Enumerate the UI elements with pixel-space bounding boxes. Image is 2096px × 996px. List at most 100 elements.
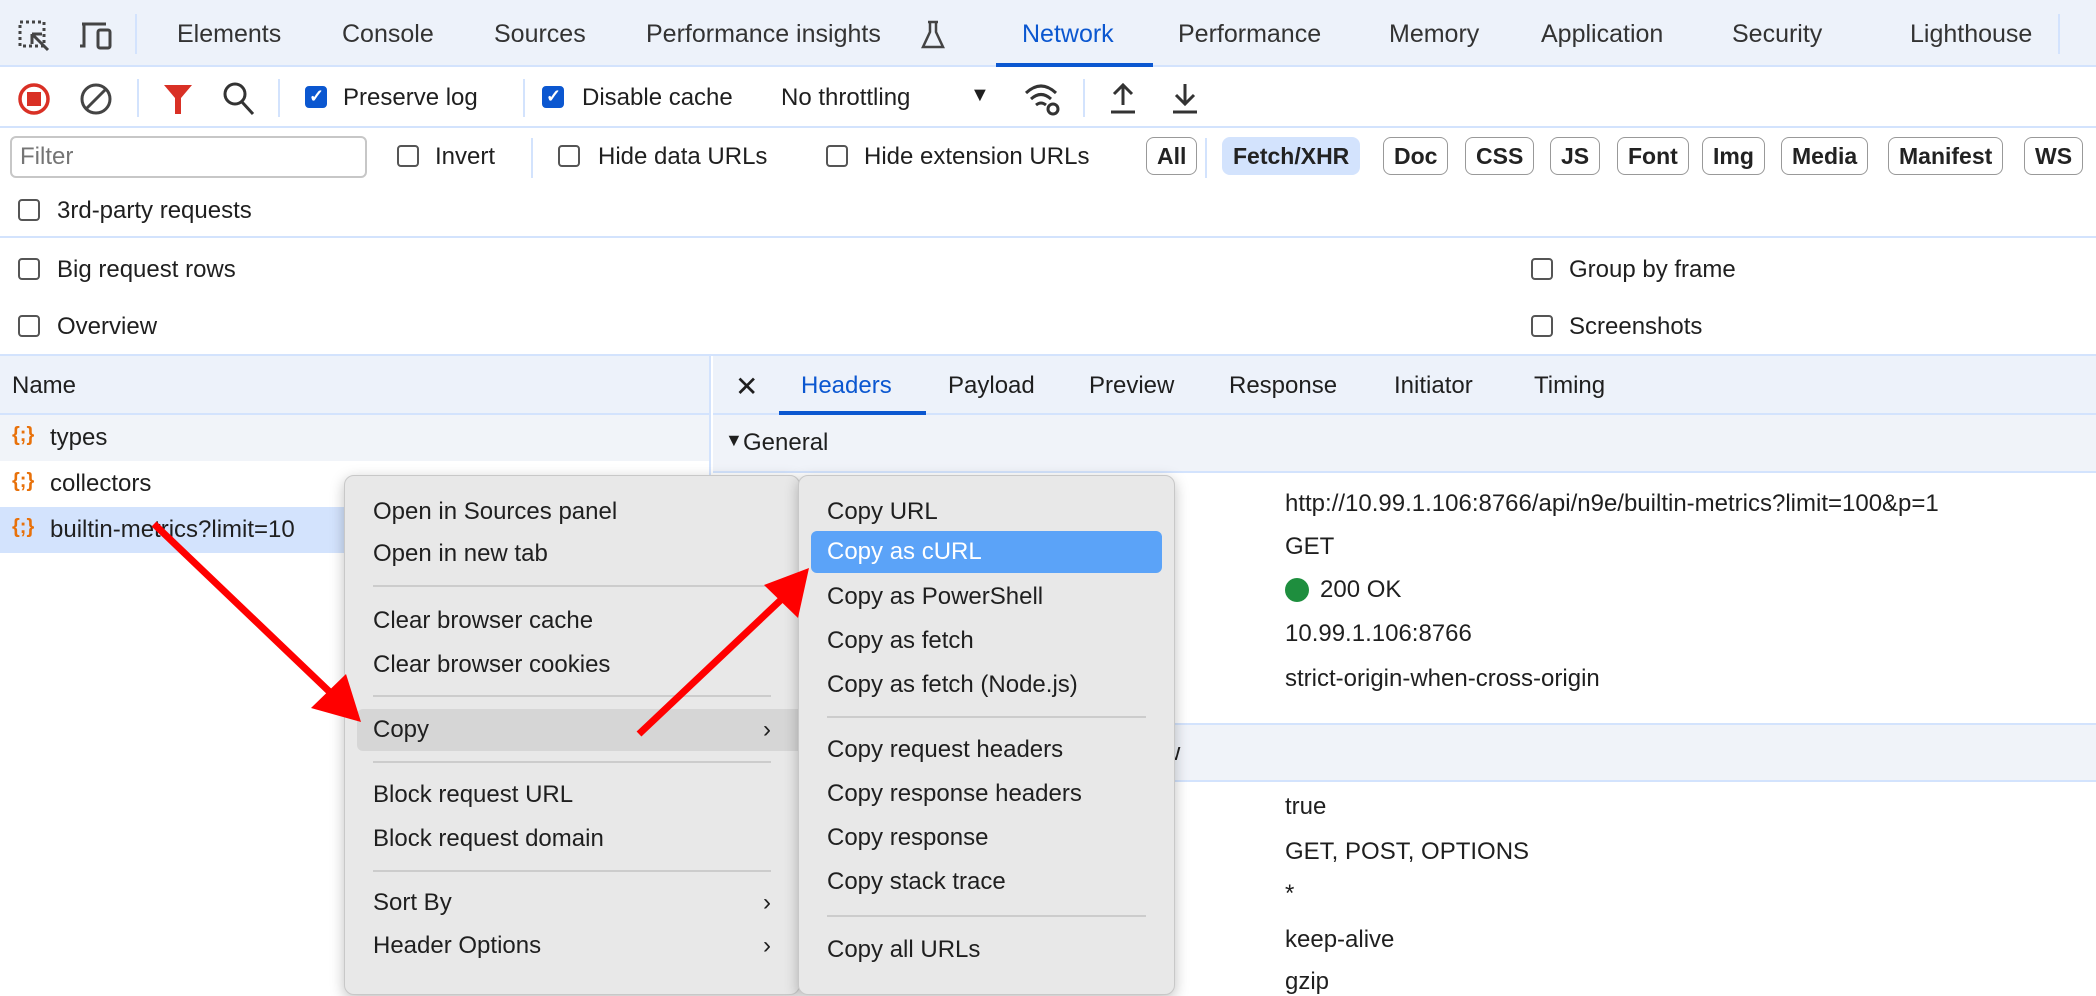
general-section-header[interactable]: ▼ General [713, 415, 2096, 473]
menu-copy-response[interactable]: Copy response [811, 817, 1162, 859]
header-value: GET, POST, OPTIONS [1285, 838, 1530, 865]
menu-copy-url[interactable]: Copy URL [811, 491, 1162, 533]
menu-copy-stack-trace[interactable]: Copy stack trace [811, 861, 1162, 903]
tab-elements[interactable]: Elements [177, 20, 281, 49]
tab-lighthouse[interactable]: Lighthouse [1910, 20, 2032, 49]
invert-checkbox[interactable] [397, 145, 419, 167]
preserve-log-checkbox[interactable] [305, 86, 327, 108]
detail-tab-preview[interactable]: Preview [1089, 372, 1174, 400]
overview-label: Overview [57, 313, 158, 340]
detail-tab-payload[interactable]: Payload [948, 372, 1035, 400]
triangle-down-icon: ▼ [725, 430, 743, 450]
tab-console[interactable]: Console [342, 20, 434, 49]
menu-clear-browser-cache[interactable]: Clear browser cache [357, 600, 787, 642]
type-filter-css[interactable]: CSS [1465, 137, 1535, 175]
device-toolbar-icon[interactable] [78, 20, 114, 52]
network-conditions-icon[interactable] [1023, 81, 1063, 117]
devtools-tab-bar: Elements Console Sources Performance ins… [0, 0, 2096, 67]
record-stop-icon[interactable] [17, 82, 51, 116]
copy-submenu: Copy URL Copy as cURL Copy as PowerShell… [798, 475, 1175, 995]
chevron-right-icon: › [763, 932, 771, 959]
detail-tab-timing[interactable]: Timing [1534, 372, 1605, 400]
export-har-icon[interactable] [1170, 81, 1200, 115]
name-column-header[interactable]: Name [12, 372, 76, 400]
status-code-value: 200 OK [1320, 576, 1402, 603]
clear-icon[interactable] [79, 82, 113, 116]
header-value: keep-alive [1285, 926, 1395, 953]
tab-application[interactable]: Application [1541, 20, 1663, 49]
menu-copy-response-headers[interactable]: Copy response headers [811, 773, 1162, 815]
xhr-icon: {;} [12, 516, 35, 538]
group-by-frame-checkbox[interactable] [1531, 258, 1553, 280]
tab-network[interactable]: Network [1022, 20, 1114, 49]
menu-copy-as-fetch-nodejs[interactable]: Copy as fetch (Node.js) [811, 664, 1162, 706]
menu-clear-browser-cookies[interactable]: Clear browser cookies [357, 644, 787, 686]
third-party-label: 3rd-party requests [57, 197, 252, 224]
flask-icon [921, 20, 945, 49]
detail-tab-initiator[interactable]: Initiator [1394, 372, 1473, 400]
chevron-right-icon: › [763, 889, 771, 916]
search-icon[interactable] [222, 81, 256, 117]
tab-memory[interactable]: Memory [1389, 20, 1479, 49]
hide-data-urls-checkbox[interactable] [558, 145, 580, 167]
menu-copy[interactable]: Copy › [357, 709, 799, 751]
chevron-down-icon[interactable]: ▼ [970, 84, 990, 107]
request-url-value: http://10.99.1.106:8766/api/n9e/builtin-… [1285, 490, 1939, 517]
header-value: * [1285, 880, 1295, 907]
menu-copy-as-curl[interactable]: Copy as cURL [811, 531, 1162, 573]
type-filter-fetch-xhr[interactable]: Fetch/XHR [1222, 137, 1361, 175]
type-filter-manifest[interactable]: Manifest [1888, 137, 2004, 175]
status-ok-icon [1285, 578, 1309, 602]
header-value: true [1285, 793, 1327, 820]
xhr-icon: {;} [12, 470, 35, 492]
import-har-icon[interactable] [1108, 81, 1138, 115]
tab-performance[interactable]: Performance [1178, 20, 1321, 49]
preserve-log-label: Preserve log [343, 84, 478, 111]
type-filter-media[interactable]: Media [1781, 137, 1869, 175]
menu-copy-as-powershell[interactable]: Copy as PowerShell [811, 576, 1162, 618]
inspect-element-icon[interactable] [18, 20, 52, 52]
menu-copy-request-headers[interactable]: Copy request headers [811, 729, 1162, 771]
menu-block-request-url[interactable]: Block request URL [357, 774, 787, 816]
menu-block-request-domain[interactable]: Block request domain [357, 818, 787, 860]
third-party-checkbox[interactable] [18, 199, 40, 221]
remote-address-value: 10.99.1.106:8766 [1285, 620, 1472, 647]
tab-performance-insights[interactable]: Performance insights [646, 20, 881, 49]
menu-open-in-sources[interactable]: Open in Sources panel [357, 491, 787, 533]
menu-copy-all-urls[interactable]: Copy all URLs [811, 929, 1162, 971]
network-settings: Big request rows Overview Group by frame… [0, 238, 2096, 356]
filter-icon[interactable] [162, 82, 194, 116]
tab-sources[interactable]: Sources [494, 20, 586, 49]
screenshots-checkbox[interactable] [1531, 315, 1553, 337]
type-filter-all[interactable]: All [1146, 137, 1198, 175]
type-filter-js[interactable]: JS [1550, 137, 1601, 175]
big-request-rows-checkbox[interactable] [18, 258, 40, 280]
hide-extension-urls-checkbox[interactable] [826, 145, 848, 167]
context-menu: Open in Sources panel Open in new tab Cl… [344, 475, 800, 995]
type-filter-font[interactable]: Font [1617, 137, 1689, 175]
chevron-right-icon: › [763, 716, 771, 743]
disable-cache-checkbox[interactable] [542, 86, 564, 108]
type-filter-doc[interactable]: Doc [1383, 137, 1449, 175]
header-value: gzip [1285, 968, 1330, 995]
close-icon[interactable]: ✕ [735, 370, 758, 403]
throttling-select[interactable]: No throttling [781, 84, 910, 112]
tab-security[interactable]: Security [1732, 20, 1822, 49]
type-filter-img[interactable]: Img [1702, 137, 1765, 175]
menu-header-options[interactable]: Header Options › [357, 925, 787, 967]
menu-sort-by[interactable]: Sort By › [357, 882, 787, 924]
group-by-frame-label: Group by frame [1569, 256, 1736, 283]
invert-label: Invert [435, 143, 496, 170]
type-filter-ws[interactable]: WS [2024, 137, 2084, 175]
request-row[interactable]: {;} types [0, 415, 709, 461]
filter-input[interactable] [10, 136, 367, 178]
network-toolbar: Preserve log Disable cache No throttling… [0, 67, 2096, 128]
detail-tab-headers[interactable]: Headers [801, 372, 892, 400]
menu-copy-as-fetch[interactable]: Copy as fetch [811, 620, 1162, 662]
hide-extension-urls-label: Hide extension URLs [864, 143, 1090, 170]
menu-open-in-new-tab[interactable]: Open in new tab [357, 533, 787, 575]
big-request-rows-label: Big request rows [57, 256, 236, 283]
referrer-policy-value: strict-origin-when-cross-origin [1285, 665, 1600, 692]
detail-tab-response[interactable]: Response [1229, 372, 1337, 400]
overview-checkbox[interactable] [18, 315, 40, 337]
